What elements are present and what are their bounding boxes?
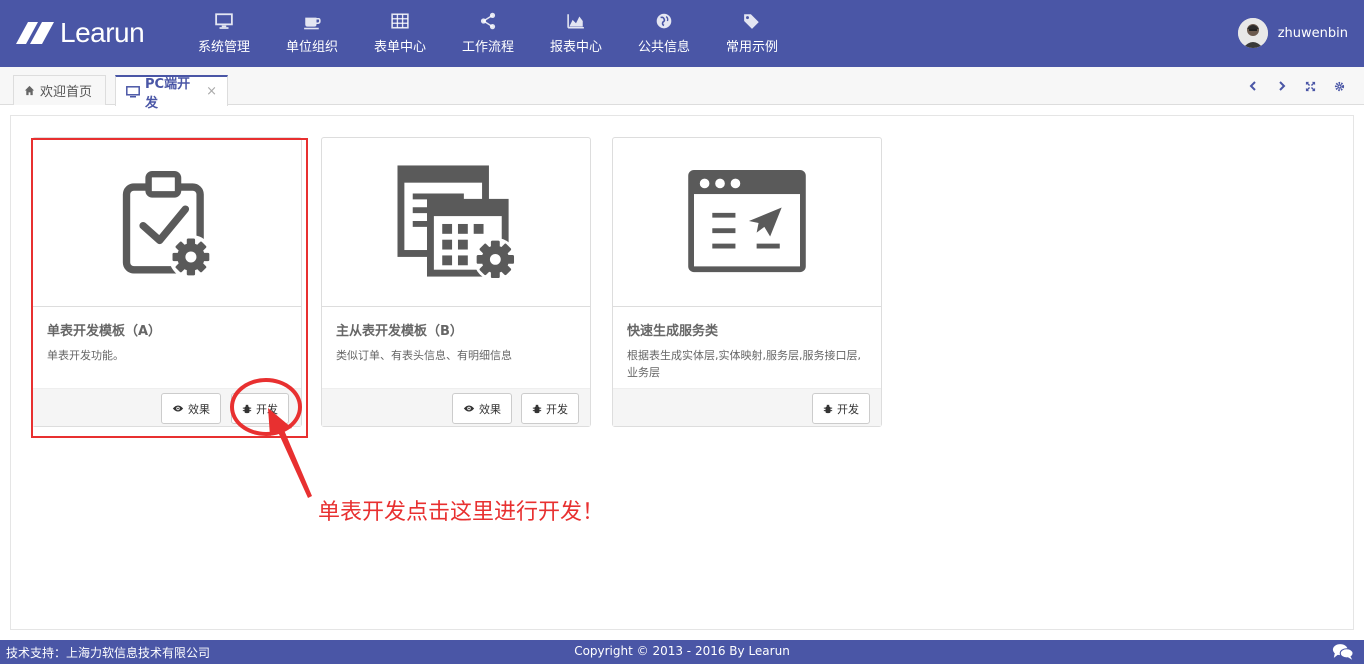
tab-welcome[interactable]: 欢迎首页 — [13, 75, 106, 105]
tech-support: 技术支持：上海力软信息技术有限公司 — [6, 646, 211, 660]
button-label: 开发 — [546, 402, 568, 416]
card-description: 根据表生成实体层,实体映射,服务层,服务接口层,业务层 — [627, 349, 861, 379]
logo[interactable]: Learun — [12, 17, 145, 48]
nav-item-examples[interactable]: 常用示例 — [708, 0, 796, 67]
card-master-detail: 主从表开发模板（B） 类似订单、有表头信息、有明细信息 效果 开发 — [321, 137, 591, 427]
area-chart-icon — [567, 14, 584, 29]
fullscreen-button[interactable] — [1296, 77, 1325, 95]
nav-item-public-info[interactable]: 公共信息 — [620, 0, 708, 67]
globe-icon — [656, 13, 672, 29]
main-nav: 系统管理 单位组织 表单中心 工作流程 报表中心 公共信息 常用示例 — [180, 0, 796, 67]
button-label: 开发 — [256, 402, 278, 416]
share-icon — [480, 12, 496, 30]
develop-button[interactable]: 开发 — [231, 393, 289, 424]
close-icon[interactable]: × — [206, 84, 217, 99]
annotation-text: 单表开发点击这里进行开发！ — [318, 500, 605, 525]
card-title: 主从表开发模板（B） — [336, 324, 463, 339]
username: zhuwenbin — [1277, 25, 1348, 41]
eye-icon — [172, 404, 184, 413]
develop-button[interactable]: 开发 — [812, 393, 870, 424]
eye-icon — [463, 404, 475, 413]
card-body: 单表开发模板（A） 单表开发功能。 — [33, 307, 301, 388]
bug-icon — [823, 404, 833, 414]
chevron-left-icon — [1249, 81, 1256, 91]
table-gear-icon — [397, 165, 517, 281]
card-single-table: 单表开发模板（A） 单表开发功能。 效果 开发 — [32, 137, 302, 427]
scroll-right-button[interactable] — [1267, 77, 1296, 95]
expand-icon — [1305, 81, 1316, 91]
gear-icon — [1334, 81, 1345, 91]
tab-pc-development[interactable]: PC端开发 × — [115, 75, 228, 111]
nav-item-forms[interactable]: 表单中心 — [356, 0, 444, 67]
card-description: 单表开发功能。 — [47, 349, 124, 362]
card-body: 主从表开发模板（B） 类似订单、有表头信息、有明细信息 — [322, 307, 590, 388]
card-service-generator: 快速生成服务类 根据表生成实体层,实体映射,服务层,服务接口层,业务层 开发 — [612, 137, 882, 427]
chat-button[interactable] — [1332, 642, 1354, 664]
nav-label: 单位组织 — [285, 40, 338, 55]
learun-logo-icon — [16, 22, 54, 44]
chat-icon — [1332, 644, 1354, 660]
content-area: 单表开发模板（A） 单表开发功能。 效果 开发 主从表开发模板（B） 类似订单、… — [10, 115, 1354, 630]
nav-label: 常用示例 — [725, 40, 778, 55]
avatar — [1237, 18, 1268, 48]
card-footer: 开发 — [613, 388, 881, 426]
button-label: 开发 — [837, 402, 859, 416]
card-image — [613, 138, 881, 307]
coffee-icon — [304, 17, 321, 30]
button-label: 效果 — [188, 402, 210, 416]
browser-window-icon — [688, 169, 806, 273]
tab-bar: 欢迎首页 PC端开发 × — [0, 67, 1364, 111]
effect-button[interactable]: 效果 — [452, 393, 512, 424]
user-menu[interactable]: zhuwenbin — [1237, 18, 1348, 48]
card-body: 快速生成服务类 根据表生成实体层,实体映射,服务层,服务接口层,业务层 — [613, 307, 881, 388]
nav-label: 系统管理 — [197, 40, 250, 55]
nav-label: 报表中心 — [549, 40, 602, 55]
nav-label: 工作流程 — [461, 40, 514, 55]
card-footer: 效果 开发 — [322, 388, 590, 426]
tags-icon — [744, 14, 759, 29]
tab-label: 欢迎首页 — [40, 85, 93, 100]
nav-label: 公共信息 — [637, 40, 690, 55]
card-footer: 效果 开发 — [33, 388, 301, 426]
home-icon — [24, 85, 35, 96]
tab-tools — [1238, 77, 1354, 95]
tab-label: PC端开发 — [145, 76, 191, 111]
nav-label: 表单中心 — [373, 40, 426, 55]
bug-icon — [242, 404, 252, 414]
card-image — [322, 138, 590, 307]
card-title: 快速生成服务类 — [627, 324, 719, 339]
card-description: 类似订单、有表头信息、有明细信息 — [336, 349, 512, 362]
monitor-icon — [215, 13, 233, 29]
develop-button[interactable]: 开发 — [521, 393, 579, 424]
desktop-icon — [126, 85, 140, 98]
nav-item-system[interactable]: 系统管理 — [180, 0, 268, 67]
card-image — [33, 138, 301, 307]
table-icon — [391, 13, 409, 29]
chevron-right-icon — [1278, 81, 1285, 91]
scroll-left-button[interactable] — [1238, 77, 1267, 95]
nav-item-workflow[interactable]: 工作流程 — [444, 0, 532, 67]
nav-item-reports[interactable]: 报表中心 — [532, 0, 620, 67]
logo-text: Learun — [60, 17, 145, 48]
bug-icon — [532, 404, 542, 414]
nav-item-organization[interactable]: 单位组织 — [268, 0, 356, 67]
settings-button[interactable] — [1325, 77, 1354, 95]
footer: Copyright © 2013 - 2016 By Learun 技术支持：上… — [0, 640, 1364, 664]
avatar-image-icon — [1237, 18, 1268, 48]
button-label: 效果 — [479, 402, 501, 416]
clipboard-gear-icon — [122, 170, 213, 280]
effect-button[interactable]: 效果 — [161, 393, 221, 424]
header: Learun 系统管理 单位组织 表单中心 工作流程 报表中心 公共信息 常用示… — [0, 0, 1364, 67]
card-title: 单表开发模板（A） — [47, 324, 162, 339]
